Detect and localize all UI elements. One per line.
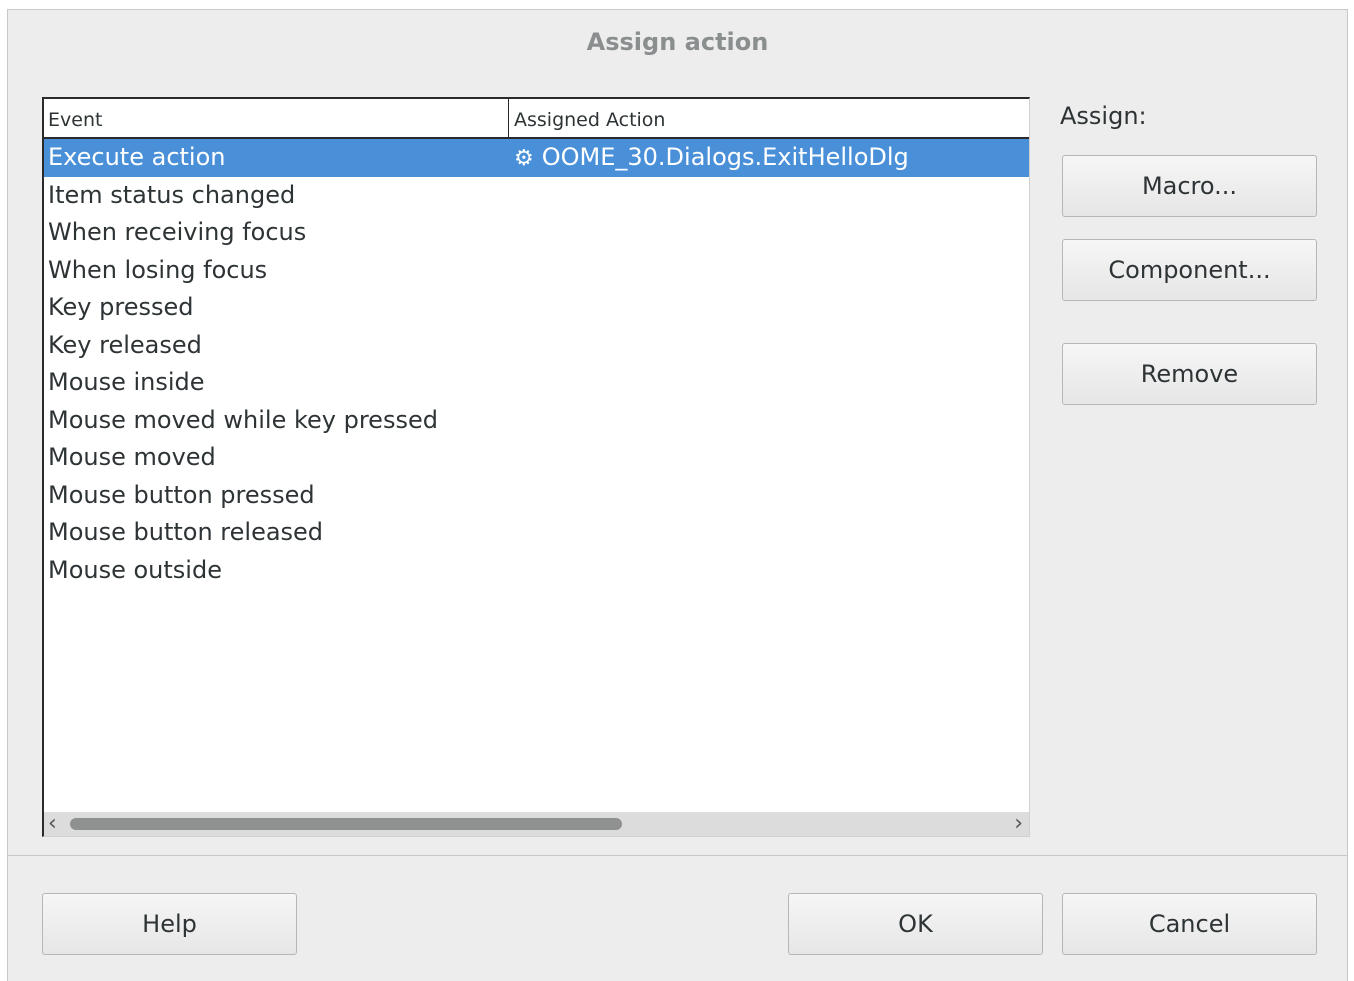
column-header-assigned-action[interactable]: Assigned Action	[514, 109, 665, 131]
table-row[interactable]: Key released	[44, 327, 1029, 365]
event-name: Mouse button released	[48, 518, 324, 546]
column-divider[interactable]	[508, 99, 509, 137]
events-table[interactable]: Event Assigned Action Execute action ⚙ OOM…	[42, 97, 1030, 837]
horizontal-scrollbar[interactable]: ‹ ›	[44, 812, 1029, 836]
table-row[interactable]: Mouse moved	[44, 439, 1029, 477]
event-name: Execute action	[48, 143, 226, 171]
gear-icon: ⚙	[514, 146, 534, 171]
event-rows: Execute action ⚙ OOME_30.Dialogs.ExitHello…	[44, 139, 1029, 589]
event-name: Key pressed	[48, 293, 194, 321]
table-row[interactable]: Execute action ⚙ OOME_30.Dialogs.ExitHello…	[44, 139, 1029, 177]
table-header: Event Assigned Action	[44, 99, 1029, 139]
event-name: Mouse button pressed	[48, 480, 315, 509]
dialog-title: Assign action	[586, 28, 769, 56]
assigned-action-text: OOME_30.Dialogs.ExitHelloDlg	[541, 143, 909, 171]
remove-button[interactable]: Remove	[1062, 343, 1317, 405]
help-button[interactable]: Help	[42, 893, 297, 955]
table-row[interactable]: Item status changed	[44, 177, 1029, 215]
macro-button[interactable]: Macro...	[1062, 155, 1317, 217]
column-header-event[interactable]: Event	[48, 109, 102, 131]
table-row[interactable]: Mouse moved while key pressed	[44, 402, 1029, 440]
event-name: Mouse moved while key pressed	[48, 405, 438, 434]
table-row[interactable]: Mouse outside	[44, 552, 1029, 590]
event-name: Mouse outside	[48, 555, 222, 584]
assign-action-dialog: Assign action Event Assigned Action Exec…	[7, 9, 1348, 981]
event-name: Item status changed	[48, 180, 296, 209]
event-name: Key released	[48, 330, 202, 359]
ok-button[interactable]: OK	[788, 893, 1043, 955]
cancel-button[interactable]: Cancel	[1062, 893, 1317, 955]
event-name: When receiving focus	[48, 218, 307, 246]
table-row[interactable]: When losing focus	[44, 252, 1029, 290]
scroll-left-icon[interactable]: ‹	[48, 812, 57, 836]
table-row[interactable]: Mouse button released	[44, 514, 1029, 552]
assigned-action: ⚙ OOME_30.Dialogs.ExitHelloDlg	[514, 139, 909, 177]
event-name: Mouse inside	[48, 368, 205, 396]
scroll-right-icon[interactable]: ›	[1014, 812, 1023, 836]
event-name: Mouse moved	[48, 443, 216, 471]
table-row[interactable]: When receiving focus	[44, 214, 1029, 252]
assign-label: Assign:	[1060, 102, 1147, 130]
table-row[interactable]: Mouse inside	[44, 364, 1029, 402]
footer-divider	[8, 855, 1347, 856]
scrollbar-thumb[interactable]	[70, 818, 622, 830]
component-button[interactable]: Component...	[1062, 239, 1317, 301]
table-row[interactable]: Key pressed	[44, 289, 1029, 327]
event-name: When losing focus	[48, 255, 268, 284]
table-row[interactable]: Mouse button pressed	[44, 477, 1029, 515]
